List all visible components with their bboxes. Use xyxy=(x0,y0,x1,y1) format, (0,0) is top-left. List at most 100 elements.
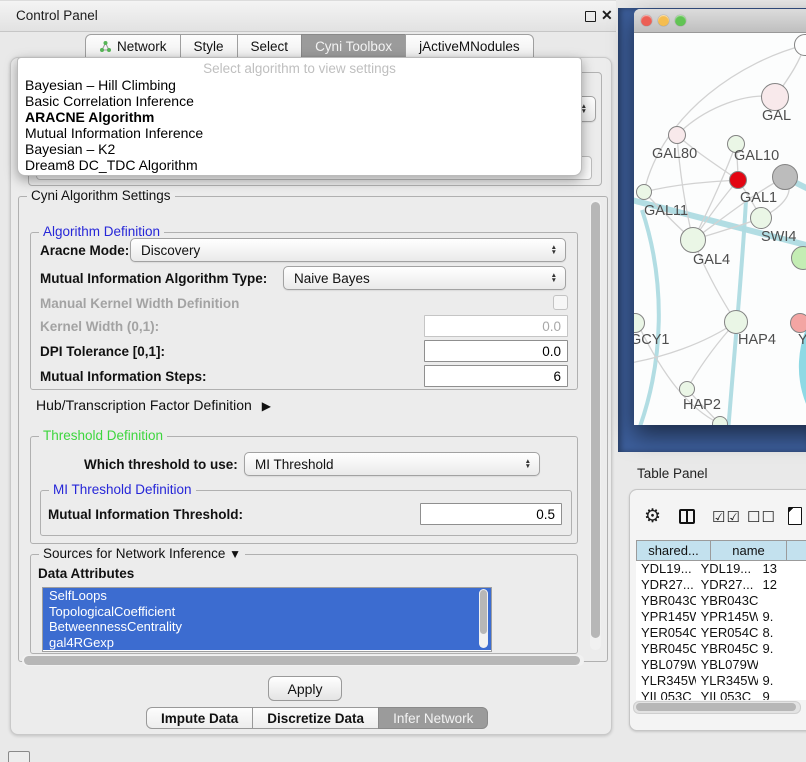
deselect-all-icon[interactable]: ☐☐ xyxy=(747,508,776,526)
column-header-shared[interactable]: shared... xyxy=(636,540,711,561)
network-canvas[interactable]: GALGAL80GAL10GAL1GAL11SWI4GAL4GCY1HAP4YH… xyxy=(634,32,806,425)
column-header-name[interactable]: name xyxy=(710,540,787,561)
apply-button[interactable]: Apply xyxy=(268,676,342,701)
node-hap4[interactable] xyxy=(724,310,748,334)
mi-type-combo[interactable]: Naive Bayes ▲▼ xyxy=(283,266,566,290)
node-gal1[interactable] xyxy=(750,207,772,229)
column-header-2[interactable] xyxy=(786,540,806,561)
close-icon[interactable]: ✕ xyxy=(601,7,613,24)
node-gal4[interactable] xyxy=(680,227,706,253)
spinner-arrows-icon: ▲▼ xyxy=(551,245,565,255)
network-window: GALGAL80GAL10GAL1GAL11SWI4GAL4GCY1HAP4YH… xyxy=(634,9,806,425)
float-window-icon[interactable] xyxy=(585,11,596,22)
settings-legend: Cyni Algorithm Settings xyxy=(27,188,175,203)
algorithm-option-mutual-information-inference[interactable]: Mutual Information Inference xyxy=(18,125,581,141)
dpi-tolerance-field[interactable] xyxy=(424,340,568,362)
table-panel-title: Table Panel xyxy=(637,466,708,481)
hub-definition-toggle[interactable]: Hub/Transcription Factor Definition ▶ xyxy=(36,397,271,413)
zoom-button[interactable] xyxy=(675,15,686,26)
algorithm-option-bayesian-hill-climbing[interactable]: Bayesian – Hill Climbing xyxy=(18,77,581,93)
mi-steps-field[interactable] xyxy=(424,365,568,387)
node-gal11[interactable] xyxy=(636,184,652,200)
node[interactable] xyxy=(772,164,798,190)
table-row[interactable]: YER054CYER054C8. xyxy=(636,625,806,641)
node-label: HAP4 xyxy=(738,332,776,348)
table-row[interactable]: YDR27...YDR27...12 xyxy=(636,577,806,593)
table-cell: YBR045C xyxy=(696,641,758,657)
settings-vertical-scrollbar[interactable] xyxy=(590,200,601,650)
spinner-arrows-icon: ▲▼ xyxy=(551,273,565,283)
algorithm-option-aracne-algorithm[interactable]: ARACNE Algorithm xyxy=(18,109,581,125)
file-icon[interactable] xyxy=(788,507,802,525)
node-label: HAP2 xyxy=(683,397,721,413)
table-cell: YIL053C xyxy=(636,689,696,700)
data-attributes-list[interactable]: SelfLoopsTopologicalCoefficientBetweenne… xyxy=(42,587,492,652)
mi-type-value: Naive Bayes xyxy=(294,271,370,286)
table-cell: 9. xyxy=(758,641,806,657)
node-label: GAL11 xyxy=(644,203,688,219)
table-cell: YBR043C xyxy=(696,593,758,609)
which-threshold-combo[interactable]: MI Threshold ▲▼ xyxy=(244,452,540,476)
expand-down-icon: ▼ xyxy=(229,547,241,561)
table-cell: YBL079W xyxy=(636,657,696,673)
expand-right-icon: ▶ xyxy=(262,399,271,413)
table-row[interactable]: YPR145WYPR145W9. xyxy=(636,609,806,625)
tab-select[interactable]: Select xyxy=(237,34,303,58)
tab-network[interactable]: Network xyxy=(85,34,181,58)
close-button[interactable] xyxy=(641,15,652,26)
aracne-mode-label: Aracne Mode: xyxy=(40,243,129,258)
table-cell: YPR145W xyxy=(696,609,758,625)
tab-jactivemnodules[interactable]: jActiveMNodules xyxy=(405,34,534,58)
node[interactable] xyxy=(712,416,728,425)
sources-legend[interactable]: Sources for Network Inference ▼ xyxy=(39,546,245,561)
node-hap2[interactable] xyxy=(679,381,695,397)
table-row[interactable]: YLR345WYLR345W9. xyxy=(636,673,806,689)
aracne-mode-combo[interactable]: Discovery ▲▼ xyxy=(130,238,566,262)
settings-horizontal-scrollbar[interactable] xyxy=(22,655,584,666)
attribute-item-selfloops[interactable]: SelfLoops xyxy=(43,588,491,604)
dock-panel-icon[interactable] xyxy=(8,751,30,762)
algorithm-option-basic-correlation-inference[interactable]: Basic Correlation Inference xyxy=(18,93,581,109)
list-scrollbar[interactable] xyxy=(479,589,488,648)
gear-icon[interactable]: ⚙ xyxy=(644,505,661,528)
table-cell: YBR043C xyxy=(636,593,696,609)
tab-style[interactable]: Style xyxy=(180,34,238,58)
table-header: shared...name xyxy=(636,540,806,561)
manual-kernel-checkbox[interactable] xyxy=(553,295,568,310)
aracne-mode-value: Discovery xyxy=(141,243,200,258)
tab-discretize-data[interactable]: Discretize Data xyxy=(252,707,379,729)
tab-cyni-toolbox[interactable]: Cyni Toolbox xyxy=(301,34,406,58)
node-gal[interactable] xyxy=(761,83,789,111)
attribute-item-gal4rgexp[interactable]: gal4RGexp xyxy=(43,635,491,651)
table-row[interactable]: YBL079WYBL079W xyxy=(636,657,806,673)
node-label: GAL80 xyxy=(652,146,697,162)
node-y[interactable] xyxy=(790,313,806,333)
mi-threshold-field[interactable] xyxy=(420,503,562,525)
node-label: SWI4 xyxy=(761,229,796,245)
algorithm-option-bayesian-k2[interactable]: Bayesian – K2 xyxy=(18,141,581,157)
table-row[interactable]: YBR045CYBR045C9. xyxy=(636,641,806,657)
node-gal80[interactable] xyxy=(668,126,686,144)
network-window-titlebar[interactable] xyxy=(634,9,806,33)
table-row[interactable]: YDL19...YDL19...13 xyxy=(636,561,806,577)
table-cell: YDL19... xyxy=(636,561,696,577)
app-root: Control Panel ✕ NetworkStyleSelectCyni T… xyxy=(0,0,806,762)
columns-icon[interactable] xyxy=(679,509,695,524)
table-row[interactable]: YBR043CYBR043C xyxy=(636,593,806,609)
table-row[interactable]: YIL053CYIL053C9 xyxy=(636,689,806,700)
table-cell: 13 xyxy=(758,561,806,577)
algorithm-option-dream8-dc-tdc-algorithm[interactable]: Dream8 DC_TDC Algorithm xyxy=(18,157,581,173)
tab-impute-data[interactable]: Impute Data xyxy=(146,707,253,729)
attribute-item-betweennesscentrality[interactable]: BetweennessCentrality xyxy=(43,619,491,635)
attribute-item-topologicalcoefficient[interactable]: TopologicalCoefficient xyxy=(43,604,491,620)
dropdown-items: Bayesian – Hill ClimbingBasic Correlatio… xyxy=(18,77,581,173)
tab-infer-network[interactable]: Infer Network xyxy=(378,707,488,729)
control-panel-tabs: NetworkStyleSelectCyni ToolboxjActiveMNo… xyxy=(85,34,534,58)
spinner-arrows-icon: ▲▼ xyxy=(525,459,539,469)
node-label: Y xyxy=(798,332,806,348)
table-horizontal-scrollbar[interactable] xyxy=(633,701,801,714)
table-cell xyxy=(758,593,806,609)
node[interactable] xyxy=(729,171,747,189)
select-all-icon[interactable]: ☑☑ xyxy=(712,508,741,526)
minimize-button[interactable] xyxy=(658,15,669,26)
